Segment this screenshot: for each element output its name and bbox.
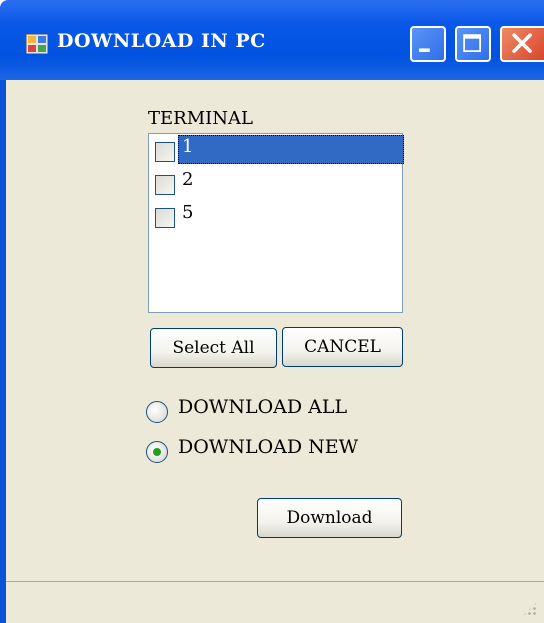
terminal-item-5[interactable]: 5: [155, 201, 402, 228]
client-area: TERMINAL 1 2 5 Select All CANCEL DOWNLOA…: [6, 80, 544, 623]
cancel-button[interactable]: CANCEL: [282, 327, 403, 367]
download-all-label[interactable]: DOWNLOAD ALL: [178, 396, 347, 418]
download-in-pc-window: DOWNLOAD IN PC TERMINAL 1 2 5 Select All…: [0, 0, 544, 623]
terminal-item-2[interactable]: 2: [155, 168, 402, 195]
terminal-item-1[interactable]: 1: [155, 135, 404, 164]
maximize-icon: [463, 34, 481, 52]
status-bar: [6, 581, 544, 623]
close-button[interactable]: [500, 26, 544, 62]
terminal-item-1-checkbox[interactable]: [155, 142, 175, 162]
terminal-item-2-label[interactable]: 2: [178, 168, 404, 197]
close-icon: [512, 33, 532, 53]
terminal-item-5-checkbox[interactable]: [155, 208, 175, 228]
minimize-icon: [419, 48, 430, 52]
resize-grip-icon[interactable]: [522, 601, 538, 617]
download-all-radio[interactable]: [146, 401, 168, 423]
select-all-button[interactable]: Select All: [150, 328, 277, 368]
app-window-icon: [25, 33, 49, 55]
maximize-button[interactable]: [455, 26, 491, 62]
download-button[interactable]: Download: [257, 498, 402, 538]
terminal-checked-list[interactable]: 1 2 5: [148, 133, 404, 313]
window-title: DOWNLOAD IN PC: [57, 30, 266, 52]
terminal-item-2-checkbox[interactable]: [155, 175, 175, 195]
terminal-item-5-label[interactable]: 5: [178, 201, 404, 230]
minimize-button[interactable]: [410, 26, 446, 62]
title-bar[interactable]: DOWNLOAD IN PC: [0, 0, 544, 80]
download-new-radio[interactable]: [146, 441, 168, 463]
terminal-label: TERMINAL: [148, 108, 253, 129]
radio-selected-dot: [153, 448, 161, 456]
download-new-label[interactable]: DOWNLOAD NEW: [178, 436, 358, 458]
terminal-item-1-label[interactable]: 1: [178, 135, 404, 164]
